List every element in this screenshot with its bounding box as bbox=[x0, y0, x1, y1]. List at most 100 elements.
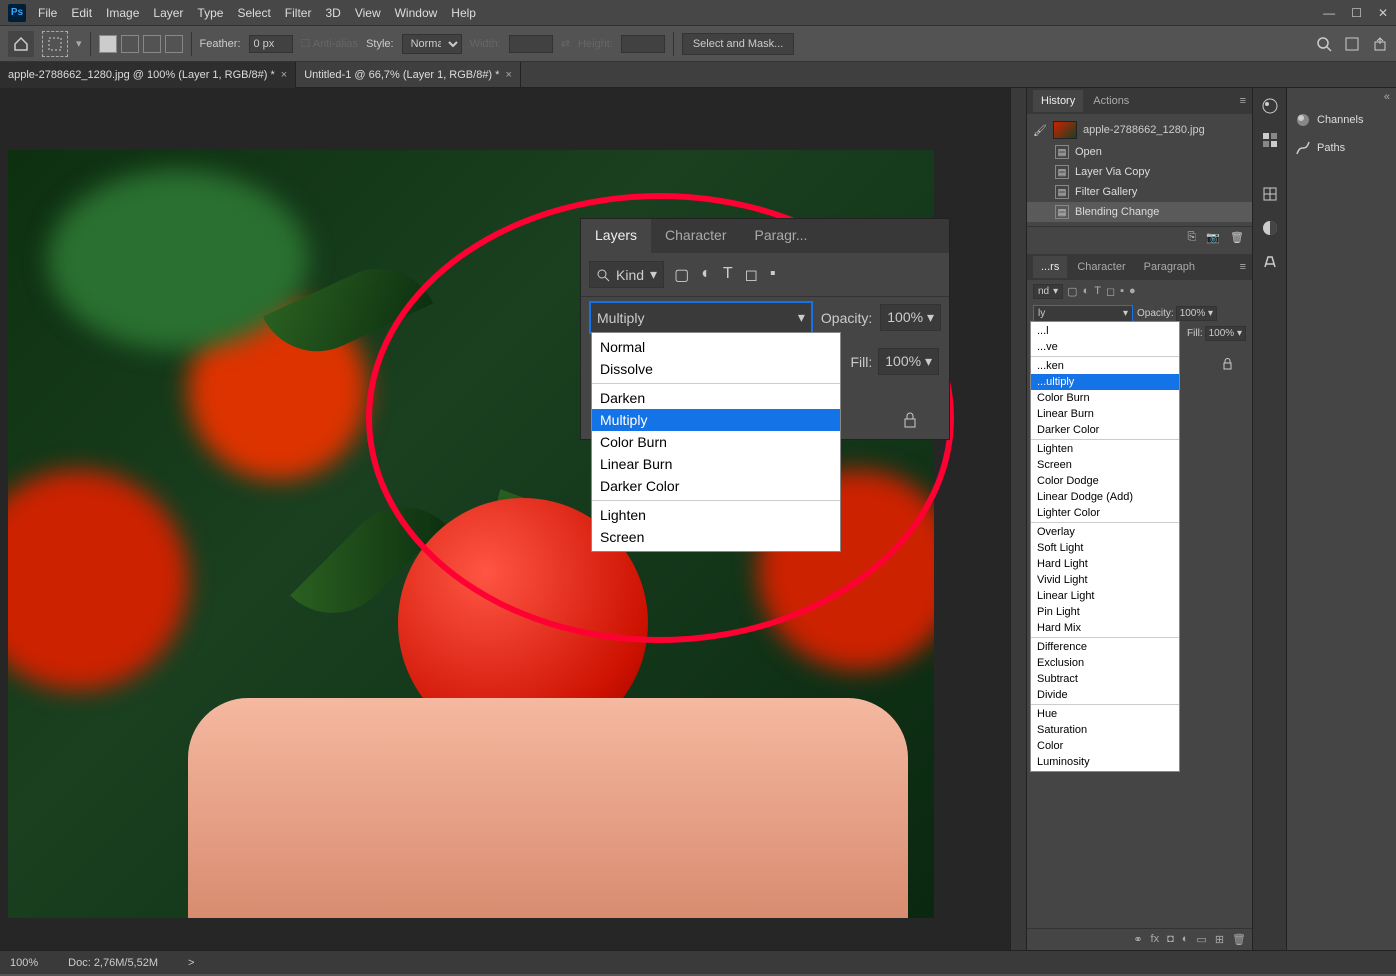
blend-option-lighten[interactable]: Lighten bbox=[592, 504, 840, 526]
blend-option-multiply[interactable]: Multiply bbox=[592, 409, 840, 431]
paths-panel-button[interactable]: Paths bbox=[1287, 134, 1396, 162]
new-doc-icon[interactable]: ⎘ bbox=[1188, 231, 1197, 244]
styles-icon[interactable] bbox=[1258, 216, 1282, 240]
blend-option[interactable]: Soft Light bbox=[1031, 540, 1179, 556]
tab-character-small[interactable]: Character bbox=[1069, 256, 1133, 278]
close-tab-icon[interactable]: × bbox=[281, 69, 287, 81]
new-selection-icon[interactable] bbox=[99, 35, 117, 53]
menu-file[interactable]: File bbox=[38, 6, 57, 20]
menu-edit[interactable]: Edit bbox=[71, 6, 92, 20]
vertical-scrollbar[interactable] bbox=[1010, 88, 1026, 950]
pixel-filter-icon[interactable]: ▢ bbox=[1067, 285, 1077, 298]
panel-menu-icon[interactable]: ≡ bbox=[1240, 261, 1246, 273]
shape-filter-icon[interactable]: ◻ bbox=[745, 265, 758, 285]
subtract-selection-icon[interactable] bbox=[143, 35, 161, 53]
camera-icon[interactable]: 📷 bbox=[1206, 231, 1220, 244]
tab-history[interactable]: History bbox=[1033, 90, 1083, 112]
canvas-area[interactable]: Layers Character Paragr... Kind ▾ ▢ ◐ T … bbox=[0, 88, 1010, 950]
frame-icon[interactable] bbox=[1344, 36, 1360, 52]
history-doc[interactable]: 🖌 apple-2788662_1280.jpg bbox=[1027, 118, 1252, 142]
new-layer-icon[interactable]: ⊞ bbox=[1215, 933, 1224, 946]
blend-option[interactable]: Color bbox=[1031, 738, 1179, 754]
doc-tab-1[interactable]: apple-2788662_1280.jpg @ 100% (Layer 1, … bbox=[0, 62, 296, 88]
tab-paragraph[interactable]: Paragr... bbox=[741, 219, 822, 253]
history-item-open[interactable]: ▤ Open bbox=[1027, 142, 1252, 162]
pixel-filter-icon[interactable]: ▢ bbox=[674, 265, 689, 285]
close-icon[interactable]: ✕ bbox=[1378, 6, 1388, 20]
feather-input[interactable] bbox=[249, 35, 293, 53]
blend-option[interactable]: ...ultiply bbox=[1031, 374, 1179, 390]
chevron-down-icon[interactable]: ▾ bbox=[76, 37, 82, 50]
minimize-icon[interactable]: — bbox=[1323, 6, 1335, 20]
blend-option[interactable]: Color Dodge bbox=[1031, 473, 1179, 489]
menu-3d[interactable]: 3D bbox=[325, 6, 340, 20]
blend-option[interactable]: Linear Dodge (Add) bbox=[1031, 489, 1179, 505]
filter-kind-select[interactable]: Kind ▾ bbox=[589, 261, 664, 288]
menu-select[interactable]: Select bbox=[237, 6, 270, 20]
intersect-selection-icon[interactable] bbox=[165, 35, 183, 53]
link-icon[interactable]: ⚭ bbox=[1133, 933, 1142, 946]
smart-filter-icon[interactable]: ▪ bbox=[770, 265, 776, 285]
adjustments-icon[interactable] bbox=[1258, 182, 1282, 206]
kind-select-small[interactable]: nd ▾ bbox=[1033, 284, 1063, 299]
blend-option[interactable]: Linear Light bbox=[1031, 588, 1179, 604]
blend-option[interactable]: Screen bbox=[1031, 457, 1179, 473]
shape-filter-icon[interactable]: ◻ bbox=[1106, 285, 1115, 298]
tab-paragraph-small[interactable]: Paragraph bbox=[1136, 256, 1203, 278]
search-icon[interactable] bbox=[1316, 36, 1332, 52]
fill-value[interactable]: 100% ▾ bbox=[878, 348, 939, 375]
blend-option-linearburn[interactable]: Linear Burn bbox=[592, 453, 840, 475]
mask-icon[interactable]: ◘ bbox=[1167, 933, 1174, 946]
trash-icon[interactable]: 🗑 bbox=[1232, 933, 1246, 946]
maximize-icon[interactable]: ☐ bbox=[1351, 6, 1362, 20]
blend-option-screen[interactable]: Screen bbox=[592, 526, 840, 548]
trash-icon[interactable]: 🗑 bbox=[1230, 231, 1244, 244]
blend-option[interactable]: Linear Burn bbox=[1031, 406, 1179, 422]
collapse-arrows-icon[interactable]: « bbox=[1287, 88, 1396, 106]
history-item-layerviacopy[interactable]: ▤ Layer Via Copy bbox=[1027, 162, 1252, 182]
blend-option-colorburn[interactable]: Color Burn bbox=[592, 431, 840, 453]
menu-window[interactable]: Window bbox=[395, 6, 438, 20]
blend-option-darken[interactable]: Darken bbox=[592, 387, 840, 409]
adjustment-icon[interactable]: ◐ bbox=[1182, 933, 1189, 946]
close-tab-icon[interactable]: × bbox=[505, 69, 511, 81]
blend-option[interactable]: Lighter Color bbox=[1031, 505, 1179, 521]
zoom-level[interactable]: 100% bbox=[10, 957, 38, 969]
doc-size[interactable]: Doc: 2,76M/5,52M bbox=[68, 957, 158, 969]
blend-option[interactable]: Saturation bbox=[1031, 722, 1179, 738]
blend-option-dissolve[interactable]: Dissolve bbox=[592, 358, 840, 380]
blend-mode-select[interactable]: Multiply ▾ Normal Dissolve Darken Multip… bbox=[589, 301, 813, 334]
type-filter-icon[interactable]: T bbox=[723, 265, 733, 285]
blend-option[interactable]: Subtract bbox=[1031, 671, 1179, 687]
share-icon[interactable] bbox=[1372, 36, 1388, 52]
home-button[interactable] bbox=[8, 31, 34, 57]
history-item-blendingchange[interactable]: ▤ Blending Change bbox=[1027, 202, 1252, 222]
blend-option[interactable]: Lighten bbox=[1031, 441, 1179, 457]
tab-layers-small[interactable]: ...rs bbox=[1033, 256, 1067, 278]
blend-option[interactable]: Pin Light bbox=[1031, 604, 1179, 620]
folder-icon[interactable]: ▭ bbox=[1196, 933, 1206, 946]
color-icon[interactable] bbox=[1258, 94, 1282, 118]
menu-view[interactable]: View bbox=[355, 6, 381, 20]
opacity-value[interactable]: 100% ▾ bbox=[880, 304, 941, 331]
blend-option[interactable]: Divide bbox=[1031, 687, 1179, 703]
doc-tab-2[interactable]: Untitled-1 @ 66,7% (Layer 1, RGB/8#) * × bbox=[296, 62, 521, 88]
blend-option[interactable]: Hue bbox=[1031, 706, 1179, 722]
adjustment-filter-icon[interactable]: ◐ bbox=[701, 265, 711, 285]
blend-mode-select-small[interactable]: ly▾ ...l ...ve ...ken ...ultiply Color B… bbox=[1033, 305, 1133, 322]
fill-value-small[interactable]: 100% ▾ bbox=[1205, 326, 1246, 341]
tab-character[interactable]: Character bbox=[651, 219, 740, 253]
tab-actions[interactable]: Actions bbox=[1085, 90, 1137, 112]
blend-option[interactable]: ...ken bbox=[1031, 358, 1179, 374]
blend-option[interactable]: Exclusion bbox=[1031, 655, 1179, 671]
toggle-icon[interactable]: ● bbox=[1129, 285, 1136, 298]
menu-layer[interactable]: Layer bbox=[153, 6, 183, 20]
chevron-right-icon[interactable]: > bbox=[188, 957, 194, 969]
panel-menu-icon[interactable]: ≡ bbox=[1240, 95, 1246, 107]
glyphs-icon[interactable] bbox=[1258, 250, 1282, 274]
menu-filter[interactable]: Filter bbox=[285, 6, 312, 20]
history-item-filtergallery[interactable]: ▤ Filter Gallery bbox=[1027, 182, 1252, 202]
blend-option[interactable]: Color Burn bbox=[1031, 390, 1179, 406]
blend-option[interactable]: Difference bbox=[1031, 639, 1179, 655]
opacity-value-small[interactable]: 100% ▾ bbox=[1176, 306, 1217, 321]
